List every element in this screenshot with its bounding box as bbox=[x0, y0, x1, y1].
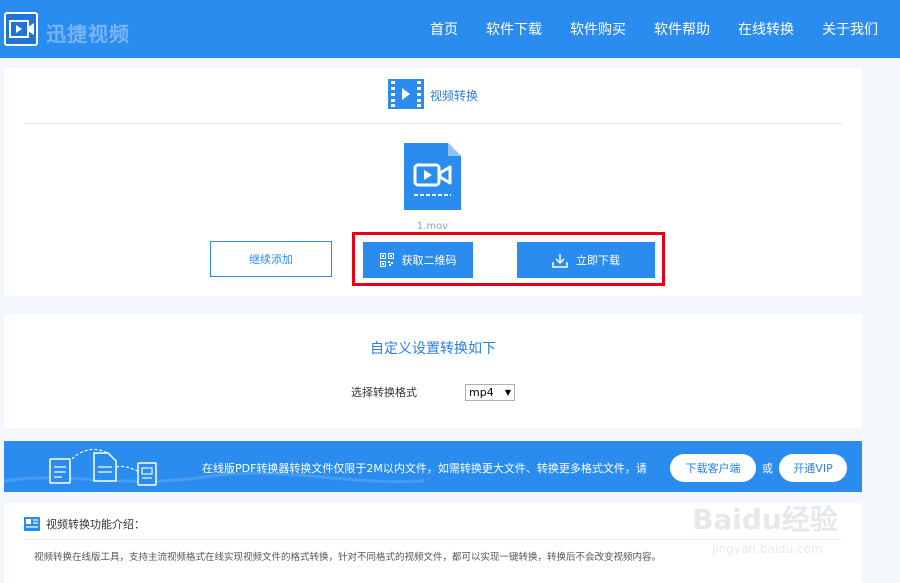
converter-card: 视频转换 1.mov 继续添加 获取二维码 立即下载 bbox=[4, 68, 862, 296]
converter-title: 视频转换 bbox=[429, 89, 478, 103]
file-name: 1.mov bbox=[416, 221, 449, 232]
dropdown-arrow-icon: ▼ bbox=[504, 388, 511, 397]
banner-or-text: 或 bbox=[762, 462, 773, 475]
nav-software-help[interactable]: 软件帮助 bbox=[654, 19, 710, 39]
nav-online-convert[interactable]: 在线转换 bbox=[738, 19, 794, 39]
video-convert-icon bbox=[387, 78, 424, 113]
download-client-button[interactable]: 下载客户端 bbox=[670, 454, 756, 482]
upgrade-banner: 在线版PDF转换器转换文件仅限于2M以内文件，如需转换更大文件、转换更多格式文件… bbox=[4, 441, 862, 492]
nav-home[interactable]: 首页 bbox=[430, 19, 458, 39]
format-select-value: mp4 bbox=[469, 386, 494, 399]
video-file-icon bbox=[404, 143, 461, 210]
top-header: 迅捷视频 首页 软件下载 软件购买 软件帮助 在线转换 关于我们 bbox=[0, 0, 900, 58]
nav-software-purchase[interactable]: 软件购买 bbox=[570, 19, 626, 39]
intro-title: 视频转换功能介绍： bbox=[46, 518, 145, 531]
red-highlight-box bbox=[352, 232, 665, 286]
nav-software-download[interactable]: 软件下载 bbox=[486, 19, 542, 39]
settings-card: 自定义设置转换如下 选择转换格式 mp4 ▼ bbox=[4, 314, 862, 428]
divider bbox=[24, 539, 842, 540]
banner-text: 在线版PDF转换器转换文件仅限于2M以内文件，如需转换更大文件、转换更多格式文件… bbox=[202, 462, 647, 475]
open-vip-button[interactable]: 开通VIP bbox=[779, 454, 847, 482]
settings-title: 自定义设置转换如下 bbox=[370, 341, 496, 357]
nav-about-us[interactable]: 关于我们 bbox=[822, 19, 878, 39]
divider bbox=[24, 123, 842, 124]
intro-body: 视频转换在线版工具，支持主流视频格式在线实现视频文件的格式转换，针对不同格式的视… bbox=[34, 552, 662, 563]
document-icon bbox=[24, 516, 40, 535]
intro-card: 视频转换功能介绍： 视频转换在线版工具，支持主流视频格式在线实现视频文件的格式转… bbox=[4, 503, 862, 583]
add-more-button[interactable]: 继续添加 bbox=[210, 241, 332, 277]
logo-text[interactable]: 迅捷视频 bbox=[46, 18, 130, 47]
main-nav: 首页 软件下载 软件购买 软件帮助 在线转换 关于我们 bbox=[402, 0, 878, 58]
documents-illustration-icon bbox=[49, 448, 157, 486]
format-select[interactable]: mp4 ▼ bbox=[465, 384, 515, 401]
logo-icon[interactable] bbox=[4, 12, 38, 46]
converter-header: 视频转换 bbox=[4, 68, 862, 123]
format-label: 选择转换格式 bbox=[351, 386, 417, 399]
